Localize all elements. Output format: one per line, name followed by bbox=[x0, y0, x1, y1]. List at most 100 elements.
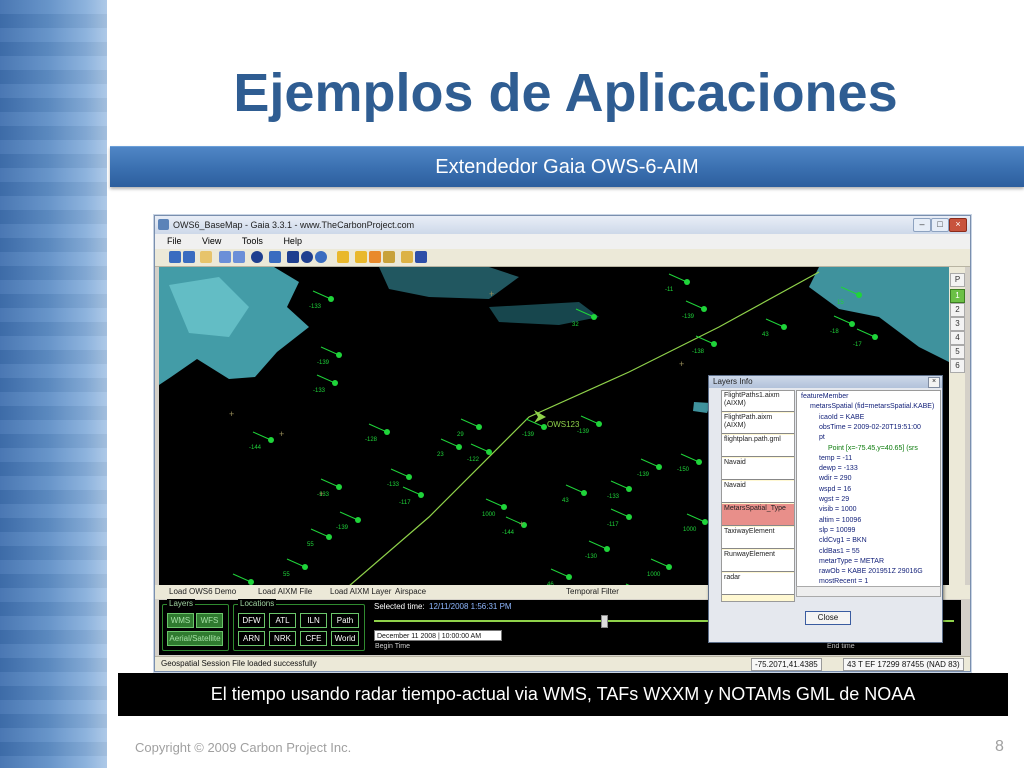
menu-file[interactable]: File bbox=[161, 234, 188, 249]
close-window-button[interactable]: × bbox=[949, 218, 967, 232]
menu-tools[interactable]: Tools bbox=[236, 234, 269, 249]
open-folder-icon[interactable] bbox=[401, 251, 413, 263]
wind-barb bbox=[390, 468, 410, 478]
forward-arrow-icon[interactable] bbox=[233, 251, 245, 263]
tree-node[interactable]: featureMember bbox=[801, 392, 848, 401]
page-button-4[interactable]: 4 bbox=[950, 331, 965, 345]
location-world-button[interactable]: World bbox=[331, 631, 359, 646]
tree-node[interactable]: Point [x=-75.45,y=40.65] (srs bbox=[828, 444, 918, 453]
tree-node[interactable]: altim = 10096 bbox=[819, 516, 861, 525]
clock-icon[interactable] bbox=[315, 251, 327, 263]
tree-node[interactable]: metarType = METAR bbox=[819, 557, 884, 566]
tree-node[interactable]: icaoId = KABE bbox=[819, 413, 864, 422]
back-arrow-icon[interactable] bbox=[219, 251, 231, 263]
tree-node[interactable]: cldBas1 = 55 bbox=[819, 547, 860, 556]
refresh-icon[interactable] bbox=[301, 251, 313, 263]
station-value-label: 32 bbox=[572, 322, 579, 328]
wind-barb bbox=[286, 558, 306, 568]
wind-barb bbox=[460, 418, 480, 428]
tree-node[interactable]: wgst = 29 bbox=[819, 495, 849, 504]
load-aixm-file-button[interactable]: Load AIXM File bbox=[258, 585, 312, 599]
tree-node[interactable]: pt bbox=[819, 433, 825, 442]
location-dfw-button[interactable]: DFW bbox=[238, 613, 265, 628]
location-atl-button[interactable]: ATL bbox=[269, 613, 296, 628]
layer-list-item[interactable]: Navaid bbox=[722, 481, 794, 503]
gaia-app-window: OWS6_BaseMap - Gaia 3.3.1 - www.TheCarbo… bbox=[154, 215, 971, 672]
select-icon[interactable] bbox=[287, 251, 299, 263]
wfs-toggle[interactable]: WFS bbox=[196, 613, 223, 628]
layer-list-item[interactable]: radar bbox=[722, 573, 794, 595]
layer-list-item[interactable]: FlightPath.aixm (AIXM) bbox=[722, 413, 794, 434]
layer-list-item[interactable]: FlightPaths1.aixm (AIXM) bbox=[722, 391, 794, 412]
layer-list-item[interactable]: RunwayElement bbox=[722, 550, 794, 572]
page-button-p[interactable]: P bbox=[950, 273, 965, 287]
page-button-3[interactable]: 3 bbox=[950, 317, 965, 331]
tree-node[interactable]: wdir = 290 bbox=[819, 474, 852, 483]
wind-barb bbox=[668, 273, 688, 283]
wind-barb bbox=[316, 374, 336, 384]
layer-icon[interactable] bbox=[383, 251, 395, 263]
globe-icon[interactable] bbox=[269, 251, 281, 263]
layer-list-item[interactable]: flightplan.path.gml bbox=[722, 435, 794, 457]
airport-marker: + bbox=[679, 359, 684, 369]
station-value-label: -138 bbox=[692, 349, 705, 355]
station-value-label: -133 bbox=[309, 304, 322, 310]
tree-node[interactable]: slp = 10099 bbox=[819, 526, 855, 535]
page-button-1[interactable]: 1 bbox=[950, 289, 965, 303]
zoom-in-icon[interactable] bbox=[169, 251, 181, 263]
side-page-buttons: P 1 2 3 4 5 6 bbox=[949, 267, 965, 599]
location-path-button[interactable]: Path bbox=[331, 613, 359, 628]
tree-node[interactable]: rawOb = KABE 201951Z 29016G bbox=[819, 567, 923, 576]
radar-echo-northeast bbox=[809, 267, 949, 362]
tree-node[interactable]: visib = 1000 bbox=[819, 505, 857, 514]
location-arn-button[interactable]: ARN bbox=[238, 631, 265, 646]
station-value-label: -139 bbox=[522, 432, 535, 438]
tree-node[interactable]: dewp = -133 bbox=[819, 464, 858, 473]
layer-list-item[interactable]: TaxiwayElement bbox=[722, 527, 794, 549]
zoom-out-icon[interactable] bbox=[183, 251, 195, 263]
begin-date-picker[interactable]: December 11 2008 | 10:00:00 AM bbox=[374, 630, 502, 641]
maximize-button[interactable]: □ bbox=[931, 218, 949, 232]
tree-node[interactable]: obsTime = 2009-02-20T19:51:00 bbox=[819, 423, 921, 432]
menu-view[interactable]: View bbox=[196, 234, 227, 249]
layer-list-item[interactable]: MetarsSpatial_Type bbox=[722, 504, 794, 526]
page-number: 8 bbox=[995, 738, 1004, 755]
save-icon[interactable] bbox=[415, 251, 427, 263]
page-button-2[interactable]: 2 bbox=[950, 303, 965, 317]
wind-barb bbox=[440, 438, 460, 448]
status-coords: -75.2071,41.4385 bbox=[751, 658, 822, 671]
location-iln-button[interactable]: ILN bbox=[300, 613, 327, 628]
airspace-select[interactable]: Airspace bbox=[395, 585, 426, 599]
station-value-label: -122 bbox=[467, 457, 480, 463]
page-button-6[interactable]: 6 bbox=[950, 359, 965, 373]
dialog-close-icon[interactable]: × bbox=[928, 377, 940, 388]
tree-node[interactable]: wspd = 16 bbox=[819, 485, 851, 494]
load-aixm-layer-button[interactable]: Load AIXM Layer bbox=[330, 585, 391, 599]
load-demo-button[interactable]: Load OWS6 Demo bbox=[169, 585, 236, 599]
status-grid-ref: 43 T EF 17299 87455 (NAD 83) bbox=[843, 658, 964, 671]
edit-icon[interactable] bbox=[355, 251, 367, 263]
layers-info-title: Layers Info bbox=[713, 377, 753, 386]
wind-barb bbox=[550, 568, 570, 578]
wind-barb bbox=[640, 458, 660, 468]
minimize-button[interactable]: – bbox=[913, 218, 931, 232]
tree-node[interactable]: cldCvg1 = BKN bbox=[819, 536, 867, 545]
wind-barb bbox=[525, 418, 545, 428]
pan-hand-icon[interactable] bbox=[200, 251, 212, 263]
bookmark-icon[interactable] bbox=[369, 251, 381, 263]
tree-scrollbar[interactable] bbox=[796, 586, 941, 597]
location-nrk-button[interactable]: NRK bbox=[269, 631, 296, 646]
temporal-filter-button[interactable]: Temporal Filter bbox=[566, 585, 619, 599]
info-icon[interactable] bbox=[251, 251, 263, 263]
location-cfe-button[interactable]: CFE bbox=[300, 631, 327, 646]
tree-node[interactable]: metarsSpatial (fid=metarsSpatial.KABE) bbox=[810, 402, 934, 411]
menu-help[interactable]: Help bbox=[277, 234, 308, 249]
close-button[interactable]: Close bbox=[805, 611, 851, 625]
page-button-5[interactable]: 5 bbox=[950, 345, 965, 359]
style-icon[interactable] bbox=[337, 251, 349, 263]
wms-toggle[interactable]: WMS bbox=[167, 613, 194, 628]
layer-list-item[interactable]: Navaid bbox=[722, 458, 794, 480]
tree-node[interactable]: temp = -11 bbox=[819, 454, 852, 463]
aerial-satellite-toggle[interactable]: Aerial/Satellite bbox=[167, 631, 223, 646]
time-slider-thumb[interactable] bbox=[601, 615, 608, 628]
